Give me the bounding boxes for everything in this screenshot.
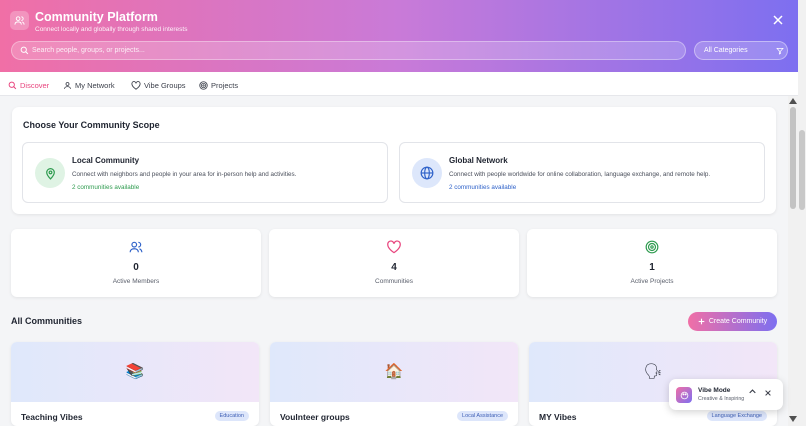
stat-label: Active Members (112, 278, 160, 285)
create-community-button[interactable]: Create Community (688, 312, 777, 331)
community-card[interactable]: 🏠 Voulnteer groups Local Assistance (270, 342, 518, 426)
option-count: 2 communities available (449, 184, 517, 191)
speaking-head-icon: 🗣 (643, 363, 663, 380)
books-icon: 📚 (125, 363, 145, 380)
global-network-option[interactable]: Global Network Connect with people world… (399, 142, 765, 203)
community-name: Voulnteer groups (280, 412, 350, 422)
window-scroll-thumb[interactable] (799, 130, 805, 210)
content-scroll-thumb[interactable] (790, 107, 796, 209)
search-placeholder: Search people, groups, or projects... (32, 47, 145, 54)
create-community-label: Create Community (708, 318, 768, 325)
community-name: MY Vibes (539, 412, 577, 422)
community-card[interactable]: 📚 Teaching Vibes Education (11, 342, 259, 426)
option-title: Local Community (72, 156, 140, 165)
target-icon (645, 240, 659, 259)
vibe-mode-widget[interactable]: Vibe Mode Creative & Inspiring (669, 379, 783, 410)
user-icon (64, 81, 71, 89)
category-badge: Language Exchange (706, 411, 767, 421)
scroll-up-icon[interactable] (789, 98, 797, 104)
vibe-mode-subtitle: Creative & Inspiring (698, 396, 745, 402)
app-header: Community Platform Connect locally and g… (0, 0, 798, 72)
search-icon (8, 81, 17, 89)
filter-icon (776, 47, 784, 55)
map-pin-icon (35, 158, 65, 188)
option-description: Connect with neighbors and people in you… (72, 171, 297, 178)
category-value: All Categories (704, 47, 748, 54)
stat-label: Communities (375, 278, 413, 285)
option-title: Global Network (449, 156, 508, 165)
stat-label: Active Projects (630, 278, 674, 285)
users-icon (10, 11, 29, 30)
app-subtitle: Connect locally and globally through sha… (35, 26, 188, 33)
palette-icon (676, 387, 692, 403)
vibe-mode-title: Vibe Mode (698, 387, 731, 394)
tab-discover[interactable]: Discover (8, 79, 49, 91)
category-badge: Education (214, 411, 249, 421)
stat-value: 1 (649, 262, 655, 273)
tab-projects[interactable]: Projects (199, 79, 238, 91)
option-description: Connect with people worldwide for online… (449, 171, 711, 178)
option-count: 2 communities available (72, 184, 140, 191)
stat-value: 0 (133, 262, 139, 273)
tab-label: My Network (75, 80, 115, 90)
category-select[interactable]: All Categories (694, 41, 788, 60)
heart-icon (387, 240, 402, 259)
chevron-up-icon[interactable] (749, 389, 756, 394)
section-title: All Communities (11, 316, 83, 326)
stat-active-projects: 1 Active Projects (527, 229, 777, 297)
house-icon: 🏠 (384, 363, 404, 380)
globe-icon (412, 158, 442, 188)
tab-label: Discover (20, 80, 50, 90)
tab-my-network[interactable]: My Network (63, 79, 115, 91)
tab-label: Vibe Groups (144, 80, 186, 90)
app-title: Community Platform (35, 10, 158, 24)
scope-title: Choose Your Community Scope (23, 120, 160, 130)
users-icon (129, 240, 143, 259)
search-icon (20, 46, 29, 55)
plus-icon (698, 318, 705, 325)
nav-tabs: Discover My Network Vibe Groups Projects (0, 72, 798, 96)
close-icon[interactable] (772, 14, 784, 26)
stat-communities: 4 Communities (269, 229, 519, 297)
stat-active-members: 0 Active Members (11, 229, 261, 297)
target-icon (199, 80, 208, 90)
category-badge: Local Assistance (457, 411, 508, 421)
search-input[interactable]: Search people, groups, or projects... (11, 41, 686, 60)
local-community-option[interactable]: Local Community Connect with neighbors a… (22, 142, 388, 203)
stat-value: 4 (391, 262, 397, 273)
close-icon[interactable] (765, 390, 771, 396)
heart-icon (131, 80, 141, 90)
tab-vibe-groups[interactable]: Vibe Groups (131, 79, 186, 91)
window-scrollbar[interactable] (798, 0, 806, 426)
community-name: Teaching Vibes (21, 412, 83, 422)
tab-label: Projects (211, 80, 239, 90)
community-scope-card: Choose Your Community Scope Local Commun… (12, 107, 776, 214)
scroll-down-icon[interactable] (789, 416, 797, 422)
